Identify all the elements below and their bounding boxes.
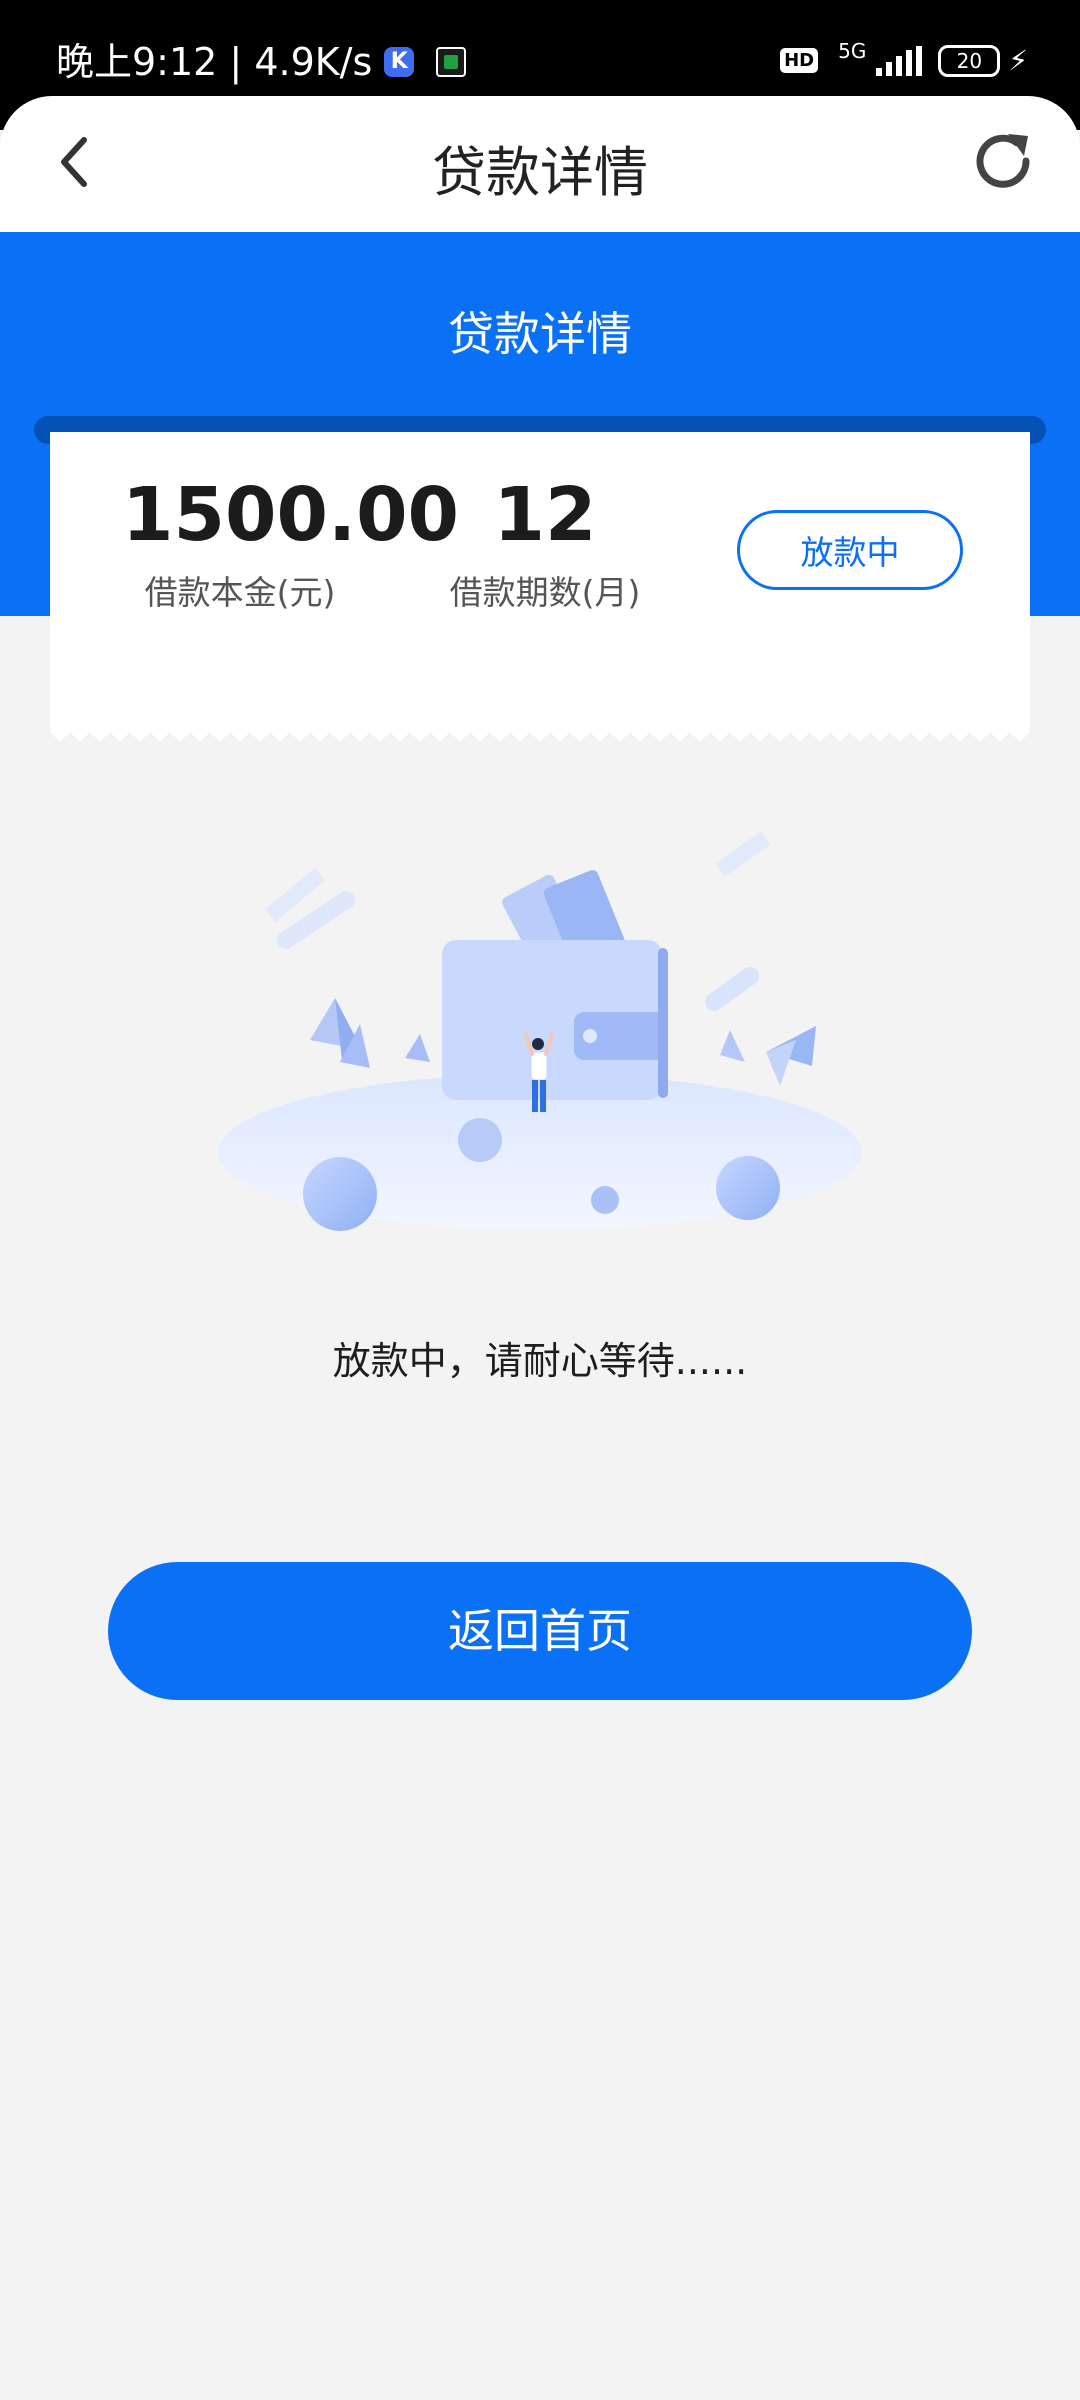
network-speed: 4.9K/s [254,40,373,84]
hd-icon: HD [780,48,819,73]
page-title: 贷款详情 [432,141,648,204]
periods-value: 12 [493,472,597,558]
battery-icon: 20 [938,44,1001,77]
k-app-icon: K [384,47,415,77]
return-home-button[interactable]: 返回首页 [108,1562,972,1700]
principal-label: 借款本金(元) [144,573,336,612]
banner-title: 贷款详情 [448,307,632,361]
periods-stat: 12 借款期数(月) [440,470,650,614]
battery-level: 20 [956,48,983,73]
principal-stat: 1500.00 借款本金(元) [122,470,460,614]
refresh-icon [976,134,1030,188]
status-time: 晚上9:12 [56,40,218,84]
signal-icon [872,45,923,76]
network-type: 5G [838,38,867,63]
periods-label: 借款期数(月) [449,573,641,612]
wallet-illustration [218,831,862,1231]
zigzag-edge [50,724,1030,742]
status-badge: 放款中 [737,510,963,590]
principal-value: 1500.00 [122,472,460,558]
refresh-button[interactable] [968,126,1038,196]
notification-app-icon [436,47,467,77]
nav-bar: 贷款详情 [0,96,1080,232]
charging-icon: ⚡ [1008,44,1028,77]
status-separator: | [217,40,255,84]
waiting-message: 放款中，请耐心等待...... [332,1339,748,1383]
loan-summary-card: 1500.00 借款本金(元) 12 借款期数(月) 放款中 [50,432,1030,742]
